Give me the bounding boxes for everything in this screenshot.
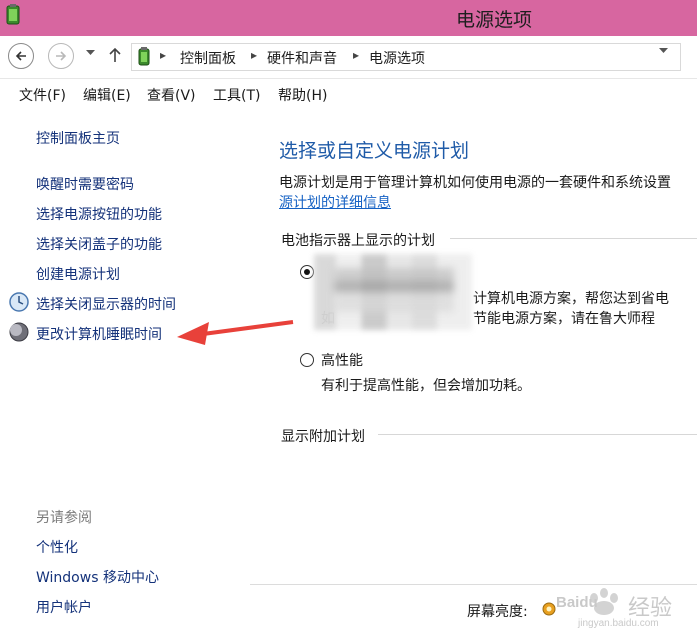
breadcrumb-control-panel[interactable]: 控制面板 xyxy=(180,48,236,68)
watermark-brand: Baidu xyxy=(556,594,598,611)
back-button[interactable] xyxy=(8,43,34,69)
see-also-heading: 另请参阅 xyxy=(36,510,92,526)
page-description: 电源计划是用于管理计算机如何使用电源的一套硬件和系统设置 xyxy=(279,175,671,191)
additional-plans-toggle[interactable]: 显示附加计划 xyxy=(281,426,365,446)
plan1-description-line2: 节能电源方案，请在鲁大师程 xyxy=(473,311,655,327)
power-options-icon xyxy=(138,47,150,66)
redacted-region-overlay xyxy=(334,268,454,312)
sidebar-link-create-plan[interactable]: 创建电源计划 xyxy=(36,264,120,284)
sidebar-link-lid-close[interactable]: 选择关闭盖子的功能 xyxy=(36,234,162,254)
control-panel-home-link[interactable]: 控制面板主页 xyxy=(36,128,120,148)
baidu-jingyan-watermark: Baidu 经验 jingyan.baidu.com xyxy=(554,578,697,634)
address-bar[interactable]: ▸ 控制面板 ▸ 硬件和声音 ▸ 电源选项 xyxy=(131,43,681,71)
forward-arrow-icon xyxy=(56,51,67,61)
plan-high-performance-radio[interactable] xyxy=(300,353,314,367)
menu-bar: 文件(F) 编辑(E) 查看(V) 工具(T) 帮助(H) xyxy=(0,78,697,108)
up-arrow-icon[interactable] xyxy=(109,47,121,63)
breadcrumb-separator-icon: ▸ xyxy=(353,48,360,62)
navigation-bar: ▸ 控制面板 ▸ 硬件和声音 ▸ 电源选项 xyxy=(0,36,697,76)
back-arrow-icon xyxy=(15,51,26,61)
menu-edit[interactable]: 编辑(E) xyxy=(83,85,131,105)
power-options-icon xyxy=(6,4,20,25)
plan-high-performance-label[interactable]: 高性能 xyxy=(321,350,363,370)
menu-help[interactable]: 帮助(H) xyxy=(278,85,327,105)
see-also-user-accounts[interactable]: 用户帐户 xyxy=(36,597,92,617)
plan-high-performance-description: 有利于提高性能，但会增加功耗。 xyxy=(321,378,531,394)
breadcrumb-separator-icon: ▸ xyxy=(160,48,167,62)
breadcrumb-hardware-sound[interactable]: 硬件和声音 xyxy=(267,48,337,68)
menu-file[interactable]: 文件(F) xyxy=(19,85,66,105)
battery-plans-group-title: 电池指示器上显示的计划 xyxy=(281,233,435,249)
breadcrumb-separator-icon: ▸ xyxy=(251,48,258,62)
sidebar-link-display-off-time[interactable]: 选择关闭显示器的时间 xyxy=(36,294,176,314)
see-also-mobility-center[interactable]: Windows 移动中心 xyxy=(36,567,159,587)
sidebar-link-power-button[interactable]: 选择电源按钮的功能 xyxy=(36,204,162,224)
screen-brightness-label: 屏幕亮度: xyxy=(467,604,528,620)
group-divider xyxy=(378,434,697,435)
main-content: 选择或自定义电源计划 电源计划是用于管理计算机如何使用电源的一套硬件和系统设置 … xyxy=(250,108,697,637)
breadcrumb-power-options[interactable]: 电源选项 xyxy=(369,48,425,68)
plan-balanced-radio[interactable] xyxy=(300,265,314,279)
title-bar: 电源选项 xyxy=(0,0,697,36)
sidebar-link-wake-password[interactable]: 唤醒时需要密码 xyxy=(36,174,134,194)
display-clock-icon xyxy=(9,292,29,312)
address-dropdown-icon[interactable] xyxy=(659,48,668,54)
group-divider xyxy=(450,238,697,239)
watermark-url: jingyan.baidu.com xyxy=(578,618,659,629)
plan1-description-line1: 计算机电源方案，帮您达到省电 xyxy=(473,291,669,307)
recent-locations-dropdown[interactable] xyxy=(86,50,95,56)
menu-tools[interactable]: 工具(T) xyxy=(213,85,260,105)
moon-sleep-icon xyxy=(9,322,29,342)
plan-details-link[interactable]: 源计划的详细信息 xyxy=(279,192,391,212)
forward-button[interactable] xyxy=(48,43,74,69)
sidebar-link-sleep-time[interactable]: 更改计算机睡眠时间 xyxy=(36,324,162,344)
see-also-personalization[interactable]: 个性化 xyxy=(36,537,78,557)
left-task-pane: 控制面板主页 唤醒时需要密码 选择电源按钮的功能 选择关闭盖子的功能 创建电源计… xyxy=(0,108,250,637)
window-title: 电源选项 xyxy=(456,9,533,31)
page-heading: 选择或自定义电源计划 xyxy=(279,140,470,162)
menu-view[interactable]: 查看(V) xyxy=(147,85,196,105)
